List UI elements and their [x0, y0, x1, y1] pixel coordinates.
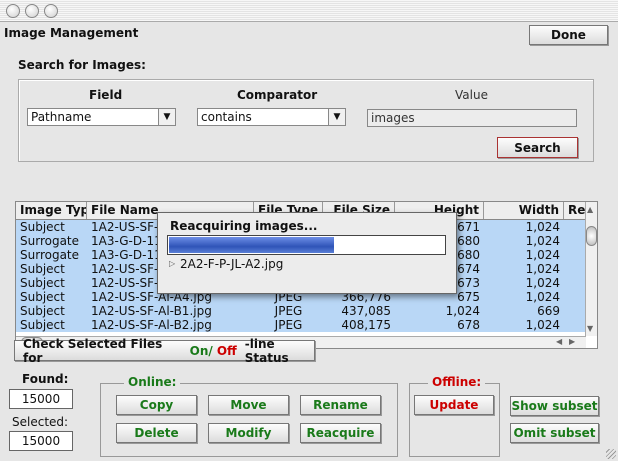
table-cell: 1,024 [525, 276, 560, 290]
search-section-label: Search for Images: [18, 58, 146, 72]
table-cell: Subject [20, 262, 65, 276]
copy-button[interactable]: Copy [116, 395, 197, 415]
table-cell: Surrogate [20, 234, 80, 248]
title-bar [0, 0, 618, 22]
scroll-left-icon[interactable]: ◀ [556, 337, 562, 346]
table-cell: 1,024 [525, 234, 560, 248]
table-cell [564, 262, 586, 276]
selected-label: Selected: [12, 415, 69, 429]
comparator-select[interactable]: contains ▼ [197, 108, 346, 126]
table-cell: 1A2-US-SF-Al-B2.jpg [91, 318, 212, 332]
column-header-width[interactable]: Width [484, 202, 564, 219]
progress-bar-fill [169, 237, 334, 253]
field-label: Field [89, 88, 123, 102]
found-label: Found: [22, 372, 69, 386]
zoom-window-button[interactable] [44, 4, 58, 18]
reacquire-button[interactable]: Reacquire [300, 423, 381, 443]
comparator-select-value: contains [201, 110, 252, 124]
move-button[interactable]: Move [208, 395, 289, 415]
scroll-right-icon[interactable]: ▶ [569, 337, 575, 346]
table-cell [564, 276, 586, 290]
table-cell [564, 318, 586, 332]
table-cell: JPEG [274, 318, 303, 332]
chevron-down-icon: ▼ [158, 109, 175, 125]
table-cell [564, 304, 586, 318]
column-header-re[interactable]: Re [564, 202, 586, 219]
rename-button[interactable]: Rename [300, 395, 381, 415]
update-button[interactable]: Update [414, 395, 494, 415]
value-input[interactable]: images [367, 109, 577, 127]
delete-button[interactable]: Delete [116, 423, 197, 443]
table-cell: 1,024 [445, 304, 480, 318]
resize-grip-icon[interactable] [606, 449, 616, 459]
status-check-prefix: Check Selected Files for [23, 336, 163, 365]
table-cell: 1,024 [525, 248, 560, 262]
status-check-on: On/ [189, 343, 213, 358]
omit-subset-button[interactable]: Omit subset [510, 423, 599, 443]
progress-bar [167, 235, 446, 255]
show-subset-button[interactable]: Show subset [510, 396, 599, 416]
table-cell: 1,024 [525, 290, 560, 304]
status-check-suffix: -line Status [244, 336, 289, 365]
reacquire-progress-dialog: Reacquiring images... ▷ 2A2-F-P-JL-A2.jp… [157, 212, 457, 294]
scroll-up-icon[interactable]: ▲ [587, 205, 593, 214]
online-label: Online: [124, 375, 181, 389]
table-cell: 1,024 [525, 220, 560, 234]
table-cell: 678 [457, 318, 480, 332]
progress-title: Reacquiring images... [170, 219, 318, 233]
disclosure-triangle-icon[interactable]: ▷ [169, 259, 175, 268]
window-title: Image Management [4, 26, 139, 40]
table-cell: JPEG [274, 304, 303, 318]
scroll-down-icon[interactable]: ▼ [587, 324, 593, 333]
minimize-window-button[interactable] [25, 4, 39, 18]
table-cell: Subject [20, 318, 65, 332]
comparator-label: Comparator [237, 88, 318, 102]
status-check-off: Off [216, 343, 237, 358]
vertical-scrollbar[interactable]: ▲ ▼ [585, 202, 597, 336]
column-header-image-type[interactable]: Image Typ [16, 202, 87, 219]
table-cell [564, 290, 586, 304]
vertical-scroll-thumb[interactable] [586, 226, 597, 246]
offline-label: Offline: [428, 375, 486, 389]
selected-count: 15000 [9, 431, 73, 451]
chevron-down-icon: ▼ [328, 109, 345, 125]
table-cell: 1,024 [525, 318, 560, 332]
done-button[interactable]: Done [529, 25, 608, 45]
table-row[interactable]: Subject 1A2-US-SF-Al-B2.jpg JPEG 408,175 678… [16, 318, 586, 332]
table-cell: Subject [20, 276, 65, 290]
value-label: Value [455, 88, 488, 102]
table-cell: Subject [20, 290, 65, 304]
table-cell: Subject [20, 220, 65, 234]
field-select-value: Pathname [31, 110, 92, 124]
modify-button[interactable]: Modify [208, 423, 289, 443]
image-management-window: Image Management Done Search for Images:… [0, 22, 618, 461]
table-cell: 437,085 [341, 304, 391, 318]
table-cell [564, 234, 586, 248]
table-cell: Subject [20, 304, 65, 318]
search-panel: Field Comparator Value Pathname ▼ contai… [18, 79, 594, 162]
table-cell [564, 248, 586, 262]
found-count: 15000 [9, 389, 73, 409]
table-cell [564, 220, 586, 234]
progress-current-file: 2A2-F-P-JL-A2.jpg [180, 257, 284, 271]
table-cell: Surrogate [20, 248, 80, 262]
table-cell: 1A2-US-SF-Al-B1.jpg [91, 304, 212, 318]
table-cell: 669 [537, 304, 560, 318]
check-online-status-button[interactable]: Check Selected Files for On/ Off -line S… [14, 337, 315, 365]
close-window-button[interactable] [6, 4, 20, 18]
field-select[interactable]: Pathname ▼ [27, 108, 176, 126]
search-button[interactable]: Search [497, 137, 578, 158]
table-row[interactable]: Subject 1A2-US-SF-Al-B1.jpg JPEG 437,085 1,0… [16, 304, 586, 318]
table-cell: 1,024 [525, 262, 560, 276]
table-cell: 408,175 [341, 318, 391, 332]
